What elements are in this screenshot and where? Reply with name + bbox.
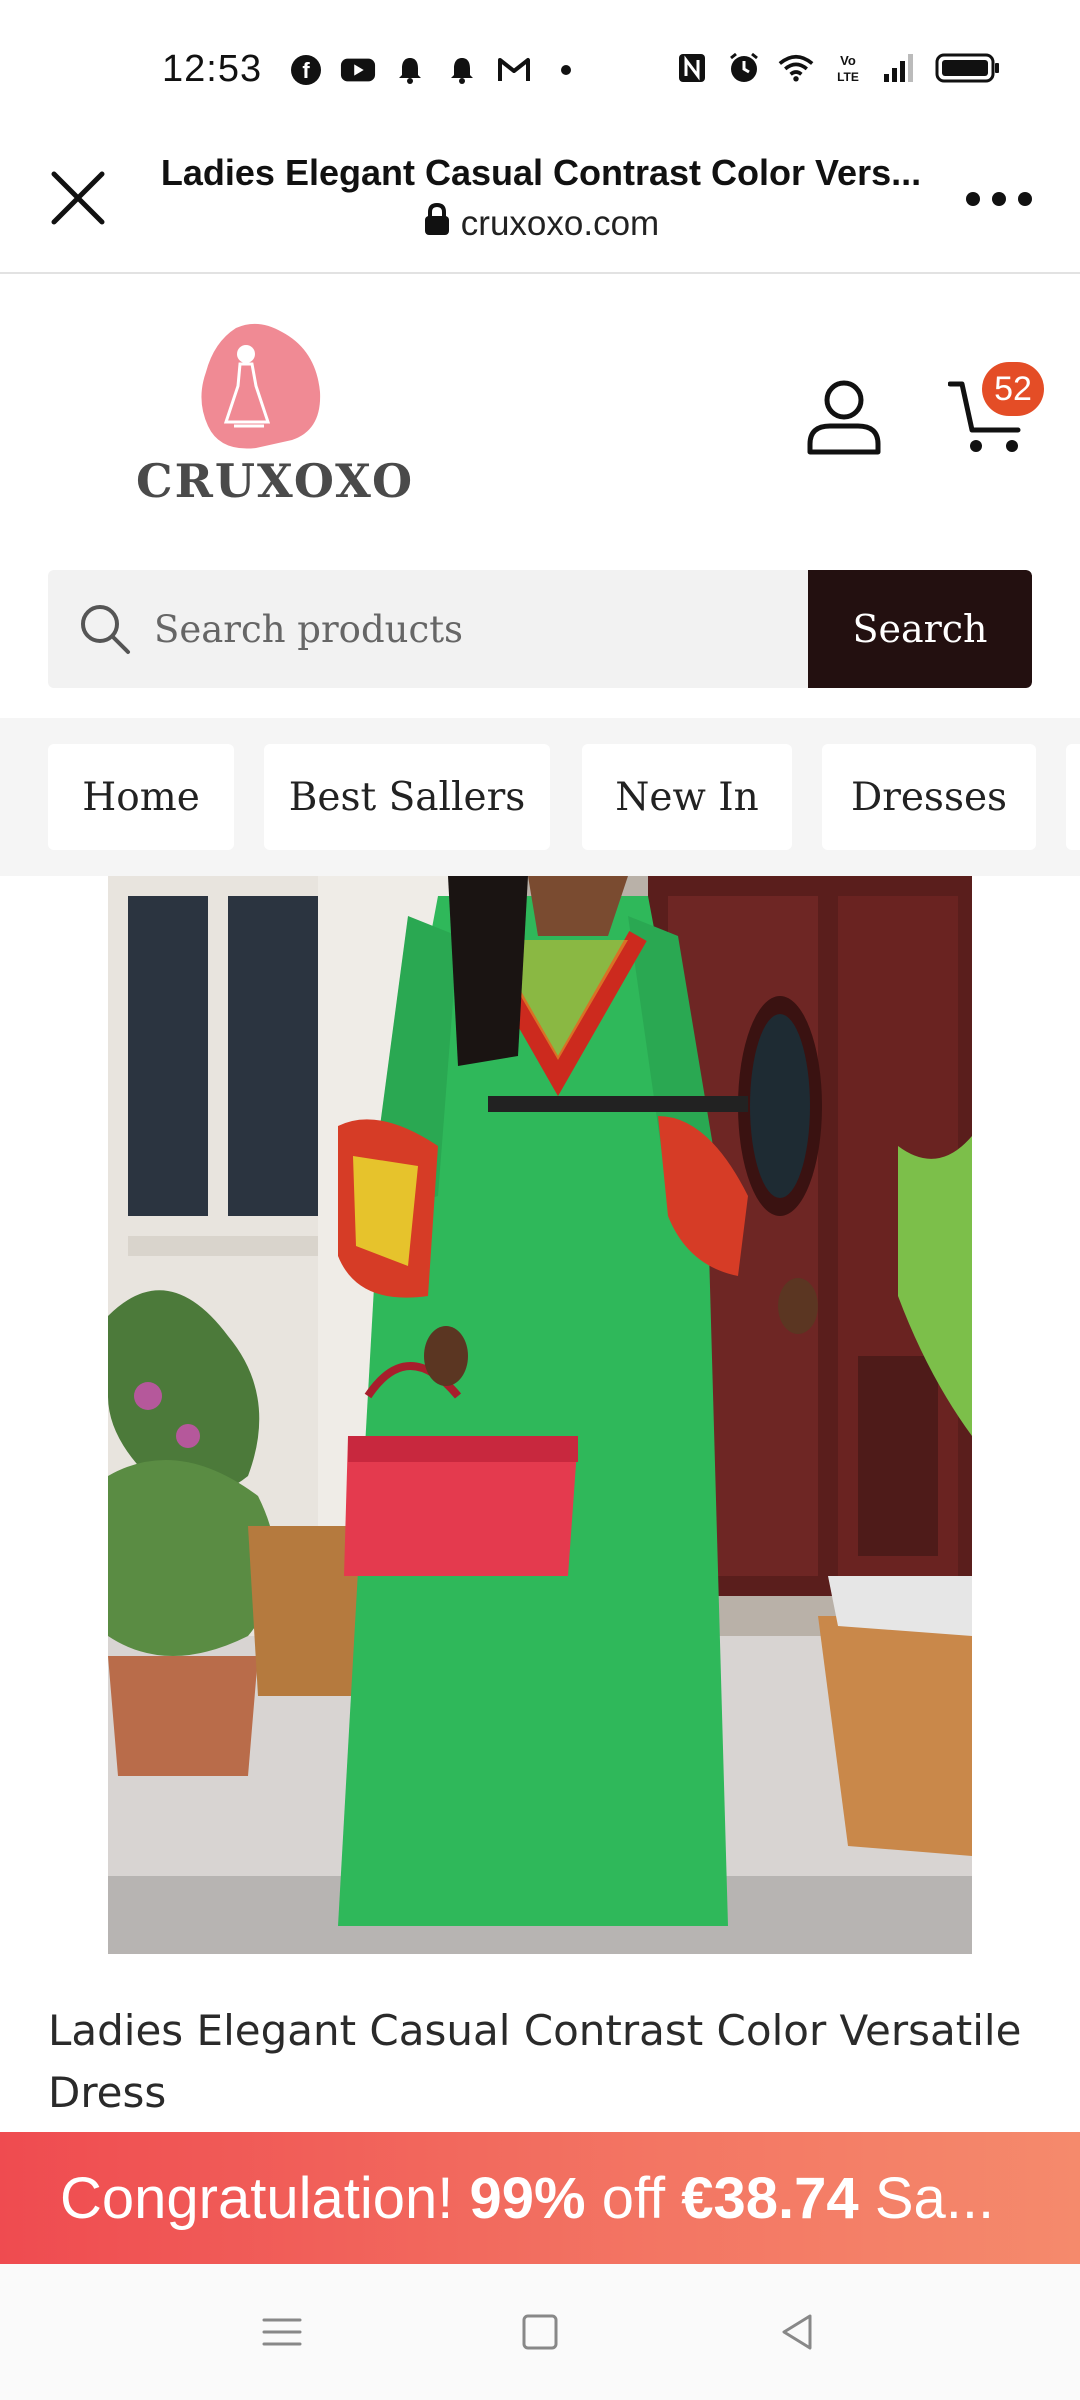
volte-icon: Vo LTE: [830, 50, 866, 86]
lock-icon: [423, 202, 451, 245]
category-nav: Home Best Sallers New In Dresses: [0, 718, 1080, 876]
nav-item-dresses[interactable]: Dresses: [822, 744, 1036, 850]
promo-off: off: [601, 2165, 666, 2231]
promo-discount: 99%: [469, 2165, 586, 2231]
search-input[interactable]: [154, 570, 834, 688]
alarm-icon: [726, 50, 762, 86]
promo-price: €38.74: [681, 2165, 859, 2231]
status-bar: 12:53 f Vo LTE: [0, 0, 1080, 130]
gmail-icon: [496, 52, 532, 88]
wifi-icon: [778, 50, 814, 86]
logo-text: CRUXOXO: [136, 454, 415, 508]
facebook-icon: f: [288, 52, 324, 88]
product-title: Ladies Elegant Casual Contrast Color Ver…: [48, 2006, 1022, 2117]
youtube-icon: [340, 52, 376, 88]
search-bar: Search: [48, 570, 1032, 688]
page-title: Ladies Elegant Casual Contrast Color Ver…: [160, 152, 922, 193]
search-button[interactable]: Search: [808, 570, 1032, 688]
nav-item-new-in[interactable]: New In: [582, 744, 792, 850]
dot-icon: [548, 52, 584, 88]
product-image[interactable]: [108, 876, 972, 1954]
url-bar[interactable]: cruxoxo.com: [156, 202, 926, 245]
promo-suffix: Sa...: [874, 2165, 995, 2231]
battery-icon: [934, 50, 1002, 86]
search-icon: [78, 602, 132, 656]
menu-icon[interactable]: [254, 2304, 310, 2360]
browser-toolbar: Ladies Elegant Casual Contrast Color Ver…: [0, 130, 1080, 274]
status-time: 12:53: [162, 48, 263, 90]
system-icons: Vo LTE: [674, 50, 1002, 86]
system-navigation-bar: [0, 2264, 1080, 2400]
promo-banner[interactable]: Congratulation! 99% off €38.74 Sa...: [0, 2132, 1080, 2264]
nav-item-more[interactable]: [1066, 744, 1080, 850]
cart-count-badge: 52: [982, 362, 1044, 416]
signal-icon: [882, 50, 918, 86]
notification-icons: f: [288, 52, 584, 88]
home-icon[interactable]: [512, 2304, 568, 2360]
close-icon[interactable]: [48, 168, 108, 228]
bell-icon: [444, 52, 480, 88]
svg-text:LTE: LTE: [837, 70, 859, 84]
back-icon[interactable]: [770, 2304, 826, 2360]
site-logo[interactable]: CRUXOXO: [136, 322, 415, 512]
url-text: cruxoxo.com: [460, 203, 660, 243]
bell-icon: [392, 52, 428, 88]
more-options-icon[interactable]: [966, 184, 1032, 214]
svg-text:Vo: Vo: [840, 53, 856, 68]
logo-dress-icon: [201, 323, 321, 449]
svg-text:f: f: [302, 58, 310, 83]
nfc-icon: [674, 50, 710, 86]
nav-item-best-sallers[interactable]: Best Sallers: [264, 744, 550, 850]
nav-item-home[interactable]: Home: [48, 744, 234, 850]
promo-prefix: Congratulation!: [60, 2165, 454, 2231]
account-icon[interactable]: [805, 378, 883, 456]
